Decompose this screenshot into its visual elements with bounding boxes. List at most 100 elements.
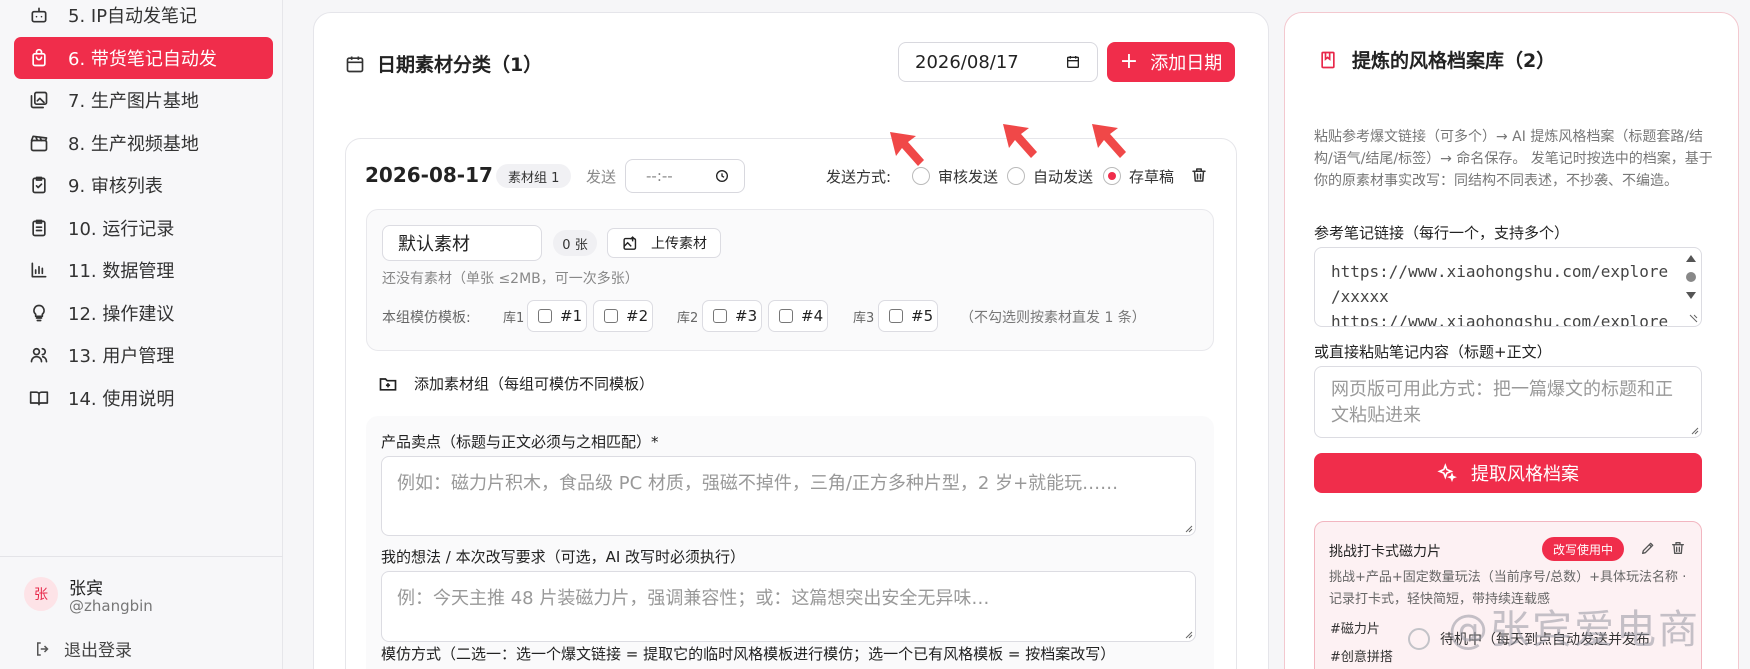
- sidebar-item-label: 11. 数据管理: [68, 261, 175, 282]
- template-checkbox[interactable]: #5: [878, 300, 938, 332]
- delete-date-button[interactable]: [1190, 166, 1208, 184]
- radio-auto-send[interactable]: [1007, 167, 1025, 185]
- send-time-label: 发送: [586, 168, 617, 186]
- resize-handle-icon[interactable]: [1183, 629, 1193, 639]
- trash-icon: [1192, 168, 1206, 182]
- radio-label-save-draft[interactable]: 存草稿: [1129, 166, 1174, 187]
- sidebar-item-label: 14. 使用说明: [68, 389, 175, 410]
- book-icon: [28, 387, 50, 409]
- image-upload-icon: [623, 235, 637, 250]
- add-material-group-button[interactable]: 添加素材组（每组可模仿不同模板）: [378, 373, 654, 394]
- upload-material-button[interactable]: 上传素材: [607, 228, 721, 258]
- url-line: /xxxxx: [1331, 287, 1389, 306]
- sidebar-item-image-base[interactable]: 7. 生产图片基地: [14, 79, 273, 121]
- watermark: @张宾爱电商: [1448, 607, 1700, 653]
- sidebar-item-user-management[interactable]: 13. 用户管理: [14, 334, 273, 376]
- library-label: 库2: [677, 311, 699, 326]
- template-label: 本组模仿模板:: [382, 310, 471, 326]
- page-title: 日期素材分类（1）: [345, 50, 542, 77]
- url-line: https://www.xiaohongshu.com/explore: [1331, 262, 1669, 281]
- library-label: 库3: [853, 311, 875, 326]
- users-icon: [28, 344, 50, 366]
- library-label: 库1: [503, 311, 525, 326]
- sidebar-item-user-guide[interactable]: 14. 使用说明: [14, 377, 273, 419]
- sidebar-item-data-management[interactable]: 11. 数据管理: [14, 249, 273, 291]
- scrollbar[interactable]: [1682, 250, 1700, 324]
- status-badge: 改写使用中: [1542, 537, 1625, 561]
- template-checkbox[interactable]: #2: [593, 300, 653, 332]
- template-id: #5: [911, 307, 934, 325]
- date-value: 2026/08/17: [915, 51, 1019, 73]
- annotation-arrow-icon: [890, 132, 924, 166]
- logout-icon: [37, 641, 49, 656]
- url-label: 参考笔记链接（每行一个，支持多个）: [1314, 224, 1570, 242]
- extract-label: 提取风格档案: [1471, 464, 1579, 485]
- clock-icon[interactable]: [714, 168, 730, 184]
- checkbox-icon[interactable]: [713, 309, 727, 323]
- annotation-arrow-icon: [1003, 124, 1037, 158]
- logout-button[interactable]: 退出登录: [34, 636, 132, 661]
- reference-url-input[interactable]: https://www.xiaohongshu.com/explore /xxx…: [1314, 247, 1702, 327]
- radio-save-draft[interactable]: [1103, 167, 1121, 185]
- sidebar-item-run-log[interactable]: 10. 运行记录: [14, 207, 273, 249]
- template-note: （不勾选则按素材直发 1 条）: [960, 310, 1146, 326]
- add-group-label: 添加素材组（每组可模仿不同模板）: [414, 375, 655, 393]
- sidebar-item-video-base[interactable]: 8. 生产视频基地: [14, 122, 273, 164]
- delete-archive-button[interactable]: [1670, 540, 1686, 560]
- book-bookmark-icon: [1321, 51, 1335, 68]
- paste-placeholder: 网页版可用此方式：把一篇爆文的标题和正文粘贴进来: [1331, 379, 1673, 426]
- user-handle: @zhangbin: [69, 597, 153, 615]
- clipboard-list-icon: [28, 217, 50, 239]
- avatar[interactable]: 张: [24, 577, 58, 611]
- archive-title-text: 提炼的风格档案库（2）: [1352, 50, 1556, 72]
- resize-handle-icon[interactable]: [1183, 523, 1193, 533]
- sidebar-item-label: 5. IP自动发笔记: [68, 6, 198, 27]
- radio-label-review-send[interactable]: 审核发送: [938, 166, 998, 187]
- page-title-text: 日期素材分类（1）: [377, 54, 543, 76]
- time-placeholder: --:--: [646, 167, 673, 185]
- idea-label: 我的想法 / 本次改写要求（可选，AI 改写时必须执行）: [381, 548, 746, 566]
- image-count-badge: 0 张: [553, 230, 597, 256]
- send-time-input[interactable]: --:--: [625, 159, 745, 193]
- sidebar-item-label: 12. 操作建议: [68, 304, 175, 325]
- folder-plus-icon: [379, 377, 397, 391]
- checkbox-icon[interactable]: [779, 309, 793, 323]
- sidebar-item-product-note-auto-post[interactable]: 6. 带货笔记自动发: [14, 37, 273, 79]
- template-id: #4: [801, 307, 824, 325]
- checkbox-icon[interactable]: [889, 309, 903, 323]
- sidebar-item-review-list[interactable]: 9. 审核列表: [14, 164, 273, 206]
- user-name: 张宾: [69, 579, 103, 599]
- send-mode-label: 发送方式:: [826, 168, 892, 186]
- selling-points-label: 产品卖点（标题与正文必须与之相匹配）*: [381, 433, 659, 451]
- idea-input[interactable]: 例：今天主推 48 片装磁力片，强调兼容性；或：这篇想突出安全无异味…: [381, 571, 1196, 642]
- resize-handle-icon[interactable]: [1689, 425, 1699, 435]
- add-date-button[interactable]: + 添加日期: [1107, 42, 1235, 82]
- block-date: 2026-08-17: [365, 163, 493, 187]
- plus-icon: +: [1119, 49, 1139, 74]
- sidebar-item-label: 9. 审核列表: [68, 176, 163, 197]
- checkbox-icon[interactable]: [538, 309, 552, 323]
- logout-label: 退出登录: [64, 641, 132, 661]
- group-name-input[interactable]: 默认素材: [382, 225, 542, 261]
- checkbox-icon[interactable]: [604, 309, 618, 323]
- template-checkbox[interactable]: #4: [768, 300, 828, 332]
- sidebar-item-ip-auto-post[interactable]: 5. IP自动发笔记: [14, 0, 273, 36]
- clapper-icon: [28, 132, 50, 154]
- upload-label: 上传素材: [651, 236, 707, 252]
- paste-content-input[interactable]: 网页版可用此方式：把一篇爆文的标题和正文粘贴进来: [1314, 366, 1702, 438]
- archive-title: 提炼的风格档案库（2）: [1318, 46, 1555, 73]
- template-checkbox[interactable]: #3: [702, 300, 762, 332]
- calendar-picker-icon[interactable]: [1065, 54, 1081, 70]
- bar-chart-icon: [28, 259, 50, 281]
- sidebar-item-label: 6. 带货笔记自动发: [68, 49, 217, 70]
- radio-label-auto-send[interactable]: 自动发送: [1033, 166, 1093, 187]
- edit-archive-button[interactable]: [1640, 540, 1656, 560]
- selling-points-input[interactable]: 例如：磁力片积木，食品级 PC 材质，强磁不掉件，三角/正方多种片型，2 岁+就…: [381, 456, 1196, 536]
- sidebar-item-suggestions[interactable]: 12. 操作建议: [14, 292, 273, 334]
- date-picker-input[interactable]: 2026/08/17: [898, 42, 1098, 82]
- template-id: #2: [626, 307, 649, 325]
- clipboard-check-icon: [28, 174, 50, 196]
- template-checkbox[interactable]: #1: [527, 300, 587, 332]
- extract-style-button[interactable]: 提取风格档案: [1314, 453, 1702, 493]
- sidebar-item-label: 13. 用户管理: [68, 346, 175, 367]
